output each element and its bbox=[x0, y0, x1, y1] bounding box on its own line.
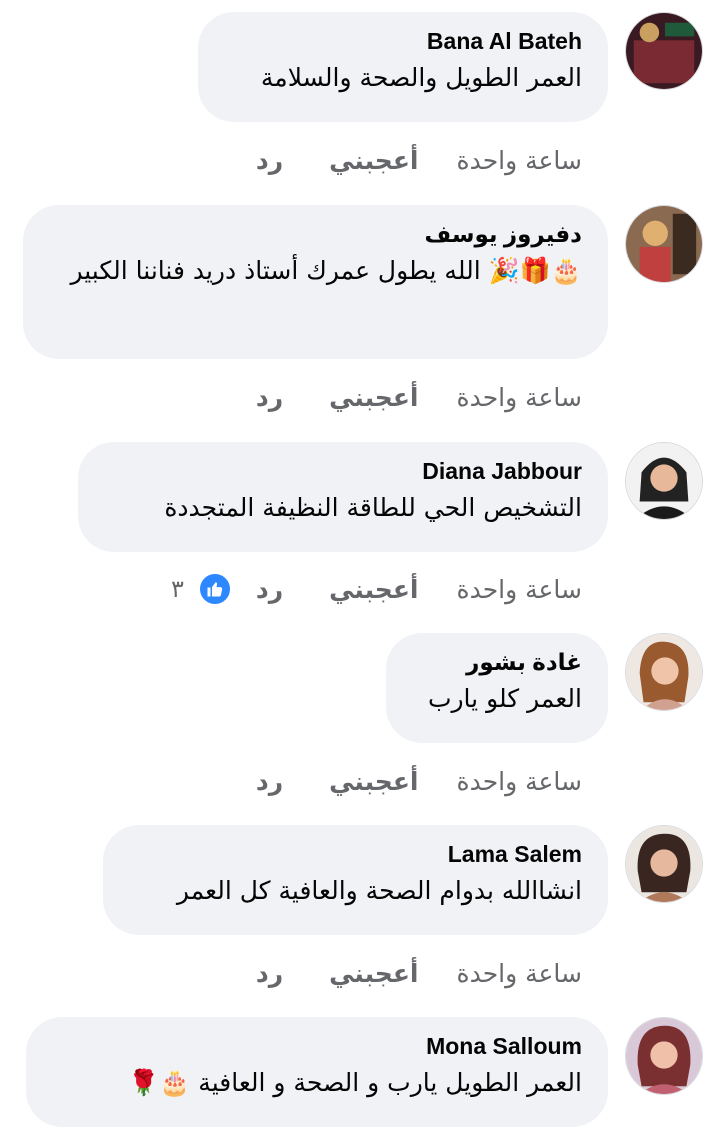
comment-actions: ساعة واحدة أعجبني رد bbox=[256, 953, 582, 993]
comment-actions: ساعة واحدة أعجبني رد bbox=[256, 761, 582, 801]
like-button[interactable]: أعجبني bbox=[329, 575, 418, 604]
comment-text: العمر الطويل والصحة والسلامة bbox=[260, 63, 582, 92]
comment-author[interactable]: Lama Salem bbox=[129, 839, 582, 869]
reaction-count: ٣ bbox=[170, 575, 184, 603]
avatar[interactable] bbox=[625, 442, 703, 520]
avatar[interactable] bbox=[625, 12, 703, 90]
comment-text: انشاالله بدوام الصحة والعافية كل العمر bbox=[176, 876, 582, 905]
reply-button[interactable]: رد bbox=[256, 146, 283, 175]
comment-bubble: Lama Salem انشاالله بدوام الصحة والعافية… bbox=[103, 825, 608, 935]
comment-author[interactable]: Mona Salloum bbox=[52, 1031, 582, 1061]
avatar[interactable] bbox=[625, 825, 703, 903]
comment-text: 🎂🎁🎉 الله يطول عمرك أستاذ دريد فناننا الك… bbox=[70, 256, 582, 285]
comment-time[interactable]: ساعة واحدة bbox=[456, 146, 582, 175]
comment-time[interactable]: ساعة واحدة bbox=[456, 575, 582, 604]
comment-time[interactable]: ساعة واحدة bbox=[456, 767, 582, 796]
reply-button[interactable]: رد bbox=[256, 575, 283, 604]
reply-button[interactable]: رد bbox=[256, 959, 283, 988]
comment-actions: ساعة واحدة أعجبني رد bbox=[256, 377, 582, 417]
like-button[interactable]: أعجبني bbox=[329, 767, 418, 796]
comment-bubble: دفيروز يوسف 🎂🎁🎉 الله يطول عمرك أستاذ دري… bbox=[23, 205, 608, 359]
comment-bubble: غادة بشور العمر كلو يارب bbox=[386, 633, 608, 743]
like-button[interactable]: أعجبني bbox=[329, 146, 418, 175]
reply-button[interactable]: رد bbox=[256, 383, 283, 412]
comment-time[interactable]: ساعة واحدة bbox=[456, 383, 582, 412]
comment-bubble: Bana Al Bateh العمر الطويل والصحة والسلا… bbox=[198, 12, 608, 122]
comment-time[interactable]: ساعة واحدة bbox=[456, 959, 582, 988]
reaction-summary[interactable]: ٣ bbox=[171, 572, 232, 606]
comment-bubble: Diana Jabbour التشخيص الحي للطاقة النظيف… bbox=[78, 442, 608, 552]
comment-text: العمر الطويل يارب و الصحة و العافية 🎂🌹 bbox=[128, 1068, 582, 1097]
avatar[interactable] bbox=[625, 205, 703, 283]
comment-text: التشخيص الحي للطاقة النظيفة المتجددة bbox=[164, 493, 582, 522]
comment-author[interactable]: Diana Jabbour bbox=[104, 456, 582, 486]
comment-author[interactable]: دفيروز يوسف bbox=[49, 219, 582, 249]
reply-button[interactable]: رد bbox=[256, 767, 283, 796]
comment-actions: ساعة واحدة أعجبني رد bbox=[256, 140, 582, 180]
avatar[interactable] bbox=[625, 1017, 703, 1095]
avatar[interactable] bbox=[625, 633, 703, 711]
comment-author[interactable]: Bana Al Bateh bbox=[224, 26, 582, 56]
comment-actions: ساعة واحدة أعجبني رد ٣ bbox=[171, 569, 582, 609]
comment-bubble: Mona Salloum العمر الطويل يارب و الصحة و… bbox=[26, 1017, 608, 1127]
comment-author[interactable]: غادة بشور bbox=[412, 647, 582, 677]
like-button[interactable]: أعجبني bbox=[329, 383, 418, 412]
like-thumb-icon bbox=[197, 572, 232, 606]
comment-text: العمر كلو يارب bbox=[427, 684, 582, 713]
like-button[interactable]: أعجبني bbox=[329, 959, 418, 988]
